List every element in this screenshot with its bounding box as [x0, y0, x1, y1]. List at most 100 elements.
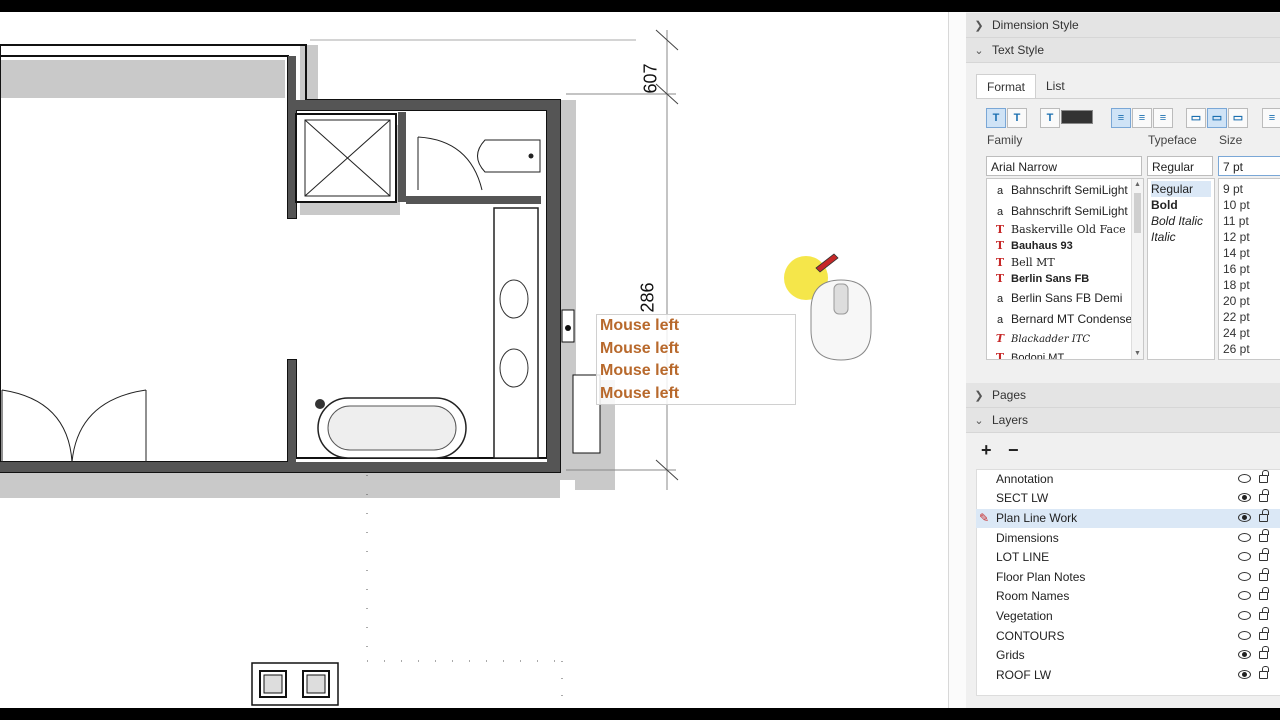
eye-icon[interactable] — [1238, 591, 1251, 600]
list-item[interactable]: 18 pt — [1223, 277, 1250, 293]
add-layer-button[interactable]: + — [981, 440, 992, 461]
note-line: Mouse left — [600, 384, 680, 402]
unlock-icon[interactable] — [1259, 607, 1269, 620]
text-color-swatch[interactable] — [1061, 110, 1093, 124]
list-item[interactable]: 26 pt — [1223, 341, 1250, 357]
layer-name: CONTOURS — [996, 629, 1065, 643]
pages-header[interactable]: ❯ Pages — [966, 383, 1280, 408]
tab-list[interactable]: List — [1036, 74, 1075, 98]
layer-row[interactable]: ✎ Plan Line Work — [976, 509, 1280, 528]
layers-header[interactable]: ⌄ Layers — [966, 408, 1280, 433]
valign-center-icon[interactable]: ▭ — [1207, 108, 1227, 128]
align-left-icon[interactable]: ≡ — [1111, 108, 1131, 128]
text-fit-icon[interactable]: T — [986, 108, 1006, 128]
unlock-icon[interactable] — [1259, 509, 1269, 522]
unlock-icon[interactable] — [1259, 489, 1269, 502]
floor-plan-drawing — [0, 29, 872, 706]
eye-icon[interactable] — [1238, 474, 1251, 483]
dimension-label-right: 286 — [637, 282, 658, 313]
layer-row[interactable]: ROOF LW — [976, 666, 1280, 685]
dimension-style-header[interactable]: ❯ Dimension Style — [966, 13, 1280, 38]
typeface-input[interactable]: Regular — [1147, 156, 1213, 176]
list-item[interactable]: 22 pt — [1223, 309, 1250, 325]
list-item[interactable]: 10 pt — [1223, 197, 1250, 213]
eye-icon[interactable] — [1238, 552, 1251, 561]
list-item[interactable]: T Blackadder ITC — [993, 330, 1141, 348]
layers-title: Layers — [992, 413, 1029, 427]
list-item[interactable]: T Berlin Sans FB — [993, 270, 1141, 288]
list-item[interactable]: 11 pt — [1223, 213, 1249, 229]
layer-row[interactable]: Grids — [976, 646, 1280, 665]
list-item[interactable]: T Bodoni MT — [993, 349, 1141, 359]
layer-row[interactable]: LOT LINE — [976, 548, 1280, 567]
eye-icon[interactable] — [1238, 631, 1251, 640]
remove-layer-button[interactable]: − — [1008, 440, 1019, 461]
eye-icon[interactable] — [1238, 611, 1251, 620]
font-list-scrollbar[interactable]: ▲ ▼ — [1131, 179, 1143, 359]
eye-icon[interactable] — [1238, 493, 1251, 502]
list-item[interactable]: Italic — [1151, 229, 1176, 245]
align-right-icon[interactable]: ≡ — [1153, 108, 1173, 128]
valign-top-icon[interactable]: ▭ — [1186, 108, 1206, 128]
unlock-icon[interactable] — [1259, 666, 1269, 679]
list-item[interactable]: Bold — [1151, 197, 1178, 213]
eye-icon[interactable] — [1238, 670, 1251, 679]
opentype-icon: a — [996, 293, 1004, 305]
list-item[interactable]: 24 pt — [1223, 325, 1250, 341]
text-bound-icon[interactable]: T — [1007, 108, 1027, 128]
opentype-icon: a — [996, 185, 1004, 197]
layer-name: ROOF LW — [996, 668, 1052, 682]
layer-row[interactable]: CONTOURS — [976, 627, 1280, 646]
family-input[interactable]: Arial Narrow — [986, 156, 1142, 176]
scroll-up-icon[interactable]: ▲ — [1134, 181, 1141, 188]
list-item[interactable]: 16 pt — [1223, 261, 1250, 277]
chevron-down-icon: ⌄ — [974, 414, 984, 427]
list-item[interactable]: a Berlin Sans FB Demi — [993, 289, 1141, 307]
scroll-thumb[interactable] — [1134, 193, 1141, 233]
drawing-canvas[interactable]: 607 286 Mouse left Mouse left Mouse left… — [0, 12, 948, 708]
layer-row[interactable]: Annotation — [976, 470, 1280, 489]
unlock-icon[interactable] — [1259, 646, 1269, 659]
unlock-icon[interactable] — [1259, 529, 1269, 542]
list-item[interactable]: a Bahnschrift SemiLight C — [993, 181, 1141, 199]
eye-icon[interactable] — [1238, 650, 1251, 659]
font-family-list[interactable]: a Bahnschrift SemiLight C a Bahnschrift Se… — [986, 178, 1144, 360]
layer-row[interactable]: Vegetation — [976, 607, 1280, 626]
valign-bottom-icon[interactable]: ▭ — [1228, 108, 1248, 128]
list-item[interactable]: 12 pt — [1223, 229, 1250, 245]
list-item[interactable]: a Bahnschrift SemiLight S — [993, 202, 1141, 220]
text-color-icon[interactable]: T — [1040, 108, 1060, 128]
unlock-icon[interactable] — [1259, 548, 1269, 561]
tab-format[interactable]: Format — [976, 74, 1037, 99]
unlock-icon[interactable] — [1259, 470, 1269, 483]
dimension-style-title: Dimension Style — [992, 18, 1079, 32]
eye-icon[interactable] — [1238, 533, 1251, 542]
font-name: Bahnschrift SemiLight S — [1011, 204, 1140, 218]
list-item[interactable]: T Bauhaus 93 — [993, 237, 1141, 255]
eye-icon[interactable] — [1238, 513, 1251, 522]
eye-icon[interactable] — [1238, 572, 1251, 581]
list-item[interactable]: Bold Italic — [1151, 213, 1203, 229]
list-item[interactable]: a Bernard MT Condensed — [993, 310, 1141, 328]
font-name: Blackadder ITC — [1011, 334, 1091, 345]
unlock-icon[interactable] — [1259, 627, 1269, 640]
scroll-down-icon[interactable]: ▼ — [1134, 350, 1141, 357]
layer-row[interactable]: Room Names — [976, 587, 1280, 606]
typeface-list[interactable]: Regular Bold Bold Italic Italic — [1147, 178, 1215, 360]
justify-icon[interactable]: ≡ — [1262, 108, 1280, 128]
unlock-icon[interactable] — [1259, 568, 1269, 581]
truetype-icon: T — [995, 272, 1005, 285]
layer-row[interactable]: Floor Plan Notes — [976, 568, 1280, 587]
align-center-icon[interactable]: ≡ — [1132, 108, 1152, 128]
list-item[interactable]: 9 pt — [1223, 181, 1243, 197]
text-style-header[interactable]: ⌄ Text Style — [966, 38, 1280, 63]
panel-splitter[interactable] — [948, 12, 967, 708]
unlock-icon[interactable] — [1259, 587, 1269, 600]
layer-row[interactable]: Dimensions — [976, 529, 1280, 548]
size-list[interactable]: 9 pt 10 pt 11 pt 12 pt 14 pt 16 pt 18 pt… — [1218, 178, 1280, 360]
list-item[interactable]: 14 pt — [1223, 245, 1250, 261]
list-item[interactable]: Regular — [1151, 181, 1211, 197]
size-input[interactable]: 7 pt — [1218, 156, 1280, 176]
layer-row[interactable]: SECT LW — [976, 489, 1280, 508]
list-item[interactable]: 20 pt — [1223, 293, 1250, 309]
